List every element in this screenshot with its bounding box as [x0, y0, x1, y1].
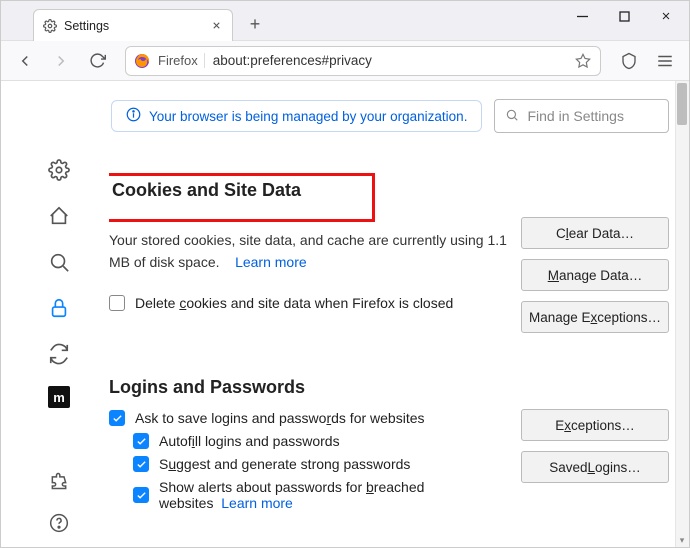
- sidebar-footer: [39, 467, 79, 537]
- scrollbar-thumb[interactable]: [677, 83, 687, 125]
- url-text: about:preferences#privacy: [213, 53, 566, 68]
- autofill-logins-label: Autofill logins and passwords: [159, 433, 340, 449]
- tab-strip: Settings +: [1, 1, 561, 41]
- breach-alerts-label: Show alerts about passwords for breached…: [159, 479, 513, 511]
- firefox-icon: [134, 53, 150, 69]
- url-bar[interactable]: Firefox about:preferences#privacy: [125, 46, 601, 76]
- sidebar-item-sync[interactable]: [45, 340, 73, 368]
- saved-logins-button[interactable]: Saved Logins…: [521, 451, 669, 483]
- find-in-settings[interactable]: Find in Settings: [494, 99, 669, 133]
- tab-title: Settings: [64, 19, 202, 33]
- app-menu-button[interactable]: [651, 47, 679, 75]
- new-tab-button[interactable]: +: [241, 10, 269, 38]
- settings-sidebar: m: [39, 156, 79, 408]
- browser-tab-settings[interactable]: Settings: [33, 9, 233, 41]
- suggest-passwords-checkbox[interactable]: [133, 456, 149, 472]
- managed-org-banner[interactable]: Your browser is being managed by your or…: [111, 100, 482, 132]
- gear-icon: [42, 18, 58, 34]
- search-placeholder: Find in Settings: [527, 108, 624, 124]
- sidebar-item-privacy[interactable]: [45, 294, 73, 322]
- forward-button[interactable]: [47, 47, 75, 75]
- highlight-annotation: Cookies and Site Data: [109, 173, 375, 222]
- breach-alerts-checkbox[interactable]: [133, 487, 149, 503]
- manage-exceptions-button[interactable]: Manage Exceptions…: [521, 301, 669, 333]
- title-bar: Settings +: [1, 1, 689, 41]
- cookies-usage-line1: Your stored cookies, site data, and cach…: [109, 230, 513, 252]
- reload-button[interactable]: [83, 47, 111, 75]
- sidebar-item-search[interactable]: [45, 248, 73, 276]
- window-controls: [561, 1, 687, 31]
- autofill-logins-checkbox[interactable]: [133, 433, 149, 449]
- back-button[interactable]: [11, 47, 39, 75]
- suggest-passwords-label: Suggest and generate strong passwords: [159, 456, 410, 472]
- info-icon: [126, 107, 141, 125]
- sidebar-item-help[interactable]: [45, 509, 73, 537]
- banner-text: Your browser is being managed by your or…: [149, 109, 467, 124]
- cookies-usage-line2: MB of disk space.: [109, 254, 220, 270]
- scroll-down-arrow[interactable]: ▾: [675, 533, 689, 547]
- sidebar-item-home[interactable]: [45, 202, 73, 230]
- delete-on-close-checkbox[interactable]: [109, 295, 125, 311]
- navigation-toolbar: Firefox about:preferences#privacy: [1, 41, 689, 81]
- identity-label: Firefox: [158, 53, 205, 68]
- breach-learn-more-link[interactable]: Learn more: [221, 495, 293, 511]
- cookies-heading: Cookies and Site Data: [112, 180, 366, 201]
- clear-data-button[interactable]: Clear Data…: [521, 217, 669, 249]
- sidebar-item-more-mozilla[interactable]: m: [48, 386, 70, 408]
- sidebar-item-extensions[interactable]: [45, 467, 73, 495]
- settings-panel: Cookies and Site Data Your stored cookie…: [109, 171, 669, 547]
- close-tab-button[interactable]: [208, 18, 224, 34]
- pocket-button[interactable]: [615, 47, 643, 75]
- cookies-learn-more-link[interactable]: Learn more: [235, 254, 307, 270]
- ask-save-logins-checkbox[interactable]: [109, 410, 125, 426]
- bookmark-star-icon[interactable]: [574, 52, 592, 70]
- minimize-button[interactable]: [561, 1, 603, 31]
- ask-save-logins-label: Ask to save logins and passwords for web…: [135, 410, 425, 426]
- maximize-button[interactable]: [603, 1, 645, 31]
- logins-heading: Logins and Passwords: [109, 377, 513, 398]
- close-window-button[interactable]: [645, 1, 687, 31]
- manage-data-button[interactable]: Manage Data…: [521, 259, 669, 291]
- logins-exceptions-button[interactable]: Exceptions…: [521, 409, 669, 441]
- search-icon: [505, 108, 519, 125]
- settings-content: Your browser is being managed by your or…: [1, 81, 689, 547]
- scrollbar-track[interactable]: [675, 81, 689, 547]
- sidebar-item-general[interactable]: [45, 156, 73, 184]
- delete-on-close-label: Delete cookies and site data when Firefo…: [135, 295, 453, 311]
